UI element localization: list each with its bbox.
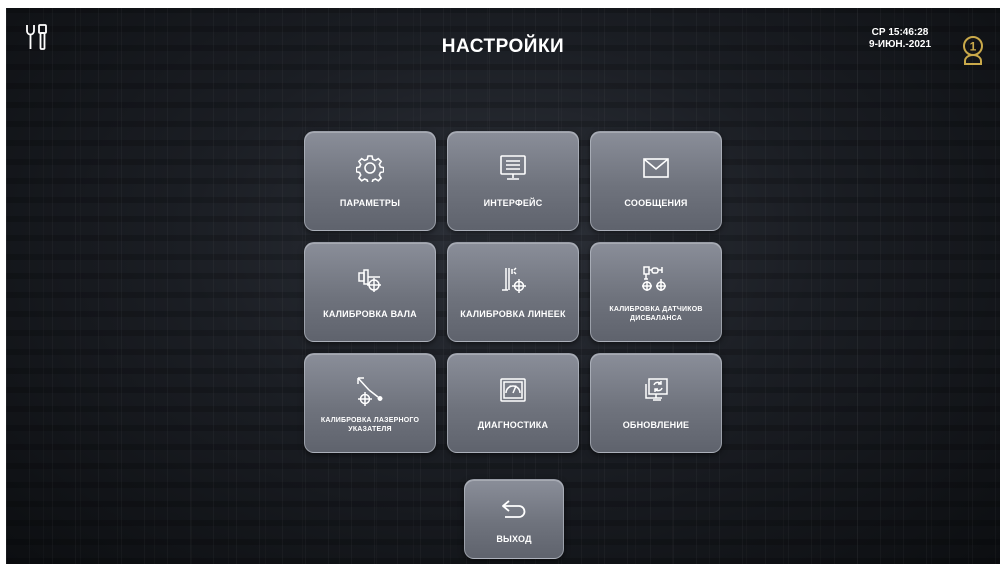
tile-label: СООБЩЕНИЯ [624,198,688,208]
gauge-icon [500,378,526,402]
tile-messages[interactable]: СООБЩЕНИЯ [590,131,722,231]
settings-screen: НАСТРОЙКИ СР 15:46:28 9-ИЮН.-2021 1 ПАРА… [6,8,1000,564]
update-icon [645,378,668,401]
tile-label: ДИАГНОСТИКА [477,420,549,430]
laser-calibration-icon [357,377,383,406]
envelope-icon [643,158,669,178]
tile-diagnostics[interactable]: ДИАГНОСТИКА [447,353,579,453]
clock-time: СР 15:46:28 [871,27,929,38]
tile-sensor-calibration[interactable]: КАЛИБРОВКА ДАТЧИКОВ ДИСБАЛАНСА [590,242,722,342]
page-title: НАСТРОЙКИ [441,36,565,57]
monitor-icon [500,155,526,180]
clock-date: 9-ИЮН.-2021 [869,39,931,50]
exit-label: ВЫХОД [496,534,532,544]
clock: СР 15:46:28 9-ИЮН.-2021 [869,27,931,51]
tile-label: КАЛИБРОВКА ДАТЧИКОВ ДИСБАЛАНСА [609,306,703,322]
user-icon[interactable]: 1 [960,34,986,66]
tile-label: ПАРАМЕТРЫ [339,198,401,208]
tile-parameters[interactable]: ПАРАМЕТРЫ [304,131,436,231]
gear-icon [356,155,384,182]
tile-ruler-calibration[interactable]: КАЛИБРОВКА ЛИНЕЕК [447,242,579,342]
tile-shaft-calibration[interactable]: КАЛИБРОВКА ВАЛА [304,242,436,342]
exit-button[interactable]: ВЫХОД [464,479,564,559]
user-badge-number: 1 [970,40,977,54]
tile-interface[interactable]: ИНТЕРФЕЙС [447,131,579,231]
tile-label: КАЛИБРОВКА ЛИНЕЕК [460,309,566,319]
ruler-calibration-icon [502,267,526,293]
tile-label: ИНТЕРФЕЙС [483,198,543,208]
tile-laser-calibration[interactable]: КАЛИБРОВКА ЛАЗЕРНОГО УКАЗАТЕЛЯ [304,353,436,453]
shaft-calibration-icon [358,269,381,292]
tile-label: КАЛИБРОВКА ВАЛА [323,309,417,319]
sensor-calibration-icon [642,266,666,291]
tile-update[interactable]: ОБНОВЛЕНИЕ [590,353,722,453]
return-arrow-icon [502,500,526,518]
tile-label: КАЛИБРОВКА ЛАЗЕРНОГО УКАЗАТЕЛЯ [320,417,420,433]
tile-label: ОБНОВЛЕНИЕ [622,420,690,430]
